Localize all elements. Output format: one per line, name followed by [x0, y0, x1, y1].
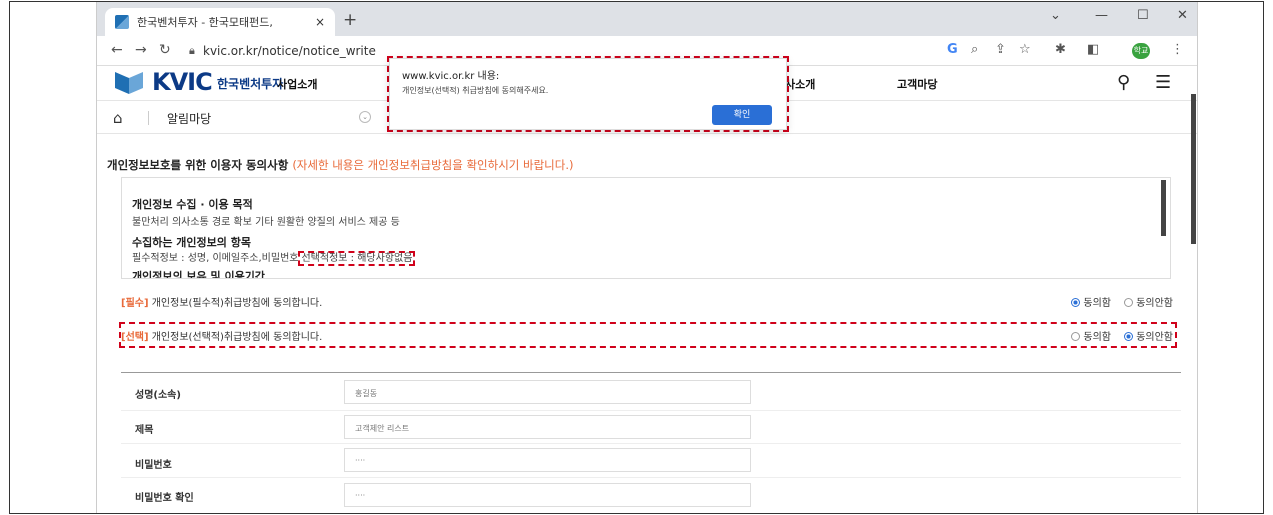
optional-consent-text: 개인정보(선택적)취급방침에 동의합니다. [151, 332, 323, 343]
forward-icon[interactable]: → [135, 42, 147, 58]
back-icon[interactable]: ← [111, 42, 123, 58]
kvic-logo-icon[interactable] [115, 70, 143, 94]
nav-customer[interactable]: 고객마당 [897, 76, 937, 92]
google-icon[interactable]: G [947, 42, 958, 57]
alert-message: 개인정보(선택적) 취급방침에 동의해주세요. [402, 86, 549, 95]
optional-consent-options: 동의함 동의안함 [1061, 328, 1173, 343]
tab-title: 한국벤처투자 - 한국모태펀드, [137, 16, 273, 29]
radio-unchecked-icon[interactable] [1124, 298, 1134, 307]
reload-icon[interactable]: ↻ [159, 42, 171, 58]
privacy-title: 개인정보보호를 위한 이용자 동의사항 [107, 158, 289, 172]
nav-company[interactable]: 사소개 [785, 76, 815, 92]
privacy-terms-box[interactable]: 개인정보 수집 · 이용 목적 불만처리 의사소통 경로 확보 기타 원활한 양… [121, 177, 1171, 279]
zoom-icon[interactable]: ⌕ [971, 42, 978, 57]
required-disagree-option[interactable]: 동의안함 [1124, 298, 1173, 309]
subject-input[interactable]: 고객제안 리스트 [344, 415, 751, 439]
tab-bar: 한국벤처투자 - 한국모태펀드, × + ⌄ — ☐ ✕ [97, 2, 1197, 36]
search-icon[interactable]: ⚲ [1117, 72, 1130, 93]
maximize-icon[interactable]: ☐ [1137, 8, 1149, 23]
new-tab-button[interactable]: + [343, 10, 357, 30]
password-label: 비밀번호 [135, 460, 172, 471]
breadcrumb-divider [148, 111, 149, 125]
agree-label: 동의함 [1083, 332, 1111, 343]
site-favicon-icon [115, 15, 129, 29]
required-agree-option[interactable]: 동의함 [1071, 298, 1111, 309]
browser-tab[interactable]: 한국벤처투자 - 한국모태펀드, × [105, 8, 335, 36]
screenshot-frame: 한국벤처투자 - 한국모태펀드, × + ⌄ — ☐ ✕ ← → ↻ 🔒︎ kv… [9, 1, 1264, 514]
lock-icon[interactable]: 🔒︎ [189, 44, 195, 58]
share-icon[interactable]: ⇪ [995, 42, 1006, 57]
hamburger-menu-icon[interactable]: ☰ [1155, 72, 1171, 93]
required-consent-row: [필수] 개인정보(필수적)취급방침에 동의합니다. 동의함 동의안함 [121, 294, 1181, 316]
tab-search-icon[interactable]: ⌄ [1050, 8, 1061, 23]
menu-dots-icon[interactable]: ⋮ [1171, 42, 1184, 57]
disagree-label: 동의안함 [1136, 298, 1173, 309]
optional-tag: [선택] [121, 332, 149, 343]
name-label: 성명(소속) [135, 390, 181, 401]
terms-heading-items: 수집하는 개인정보의 항목 [132, 236, 251, 249]
page-scrollbar[interactable] [1191, 94, 1196, 244]
chevron-down-icon[interactable]: ⌄ [359, 111, 371, 123]
radio-checked-icon[interactable] [1071, 298, 1081, 307]
url-field[interactable]: kvic.or.kr/notice/notice_write [203, 44, 376, 58]
required-tag: [필수] [121, 298, 149, 309]
terms-heading-retention: 개인정보의 보유 및 이용기간 [132, 270, 265, 279]
terms-text-purpose: 불만처리 의사소통 경로 확보 기타 원활한 양질의 서비스 제공 등 [132, 217, 400, 228]
profile-avatar[interactable]: 학교 [1132, 43, 1150, 59]
subject-label: 제목 [135, 425, 154, 436]
form-top-divider [121, 372, 1181, 373]
password-input[interactable]: ···· [344, 448, 751, 472]
browser-window: 한국벤처투자 - 한국모태펀드, × + ⌄ — ☐ ✕ ← → ↻ 🔒︎ kv… [96, 2, 1198, 513]
password-confirm-label: 비밀번호 확인 [135, 493, 194, 504]
bookmark-star-icon[interactable]: ☆ [1019, 42, 1031, 57]
close-window-icon[interactable]: ✕ [1177, 8, 1188, 23]
disagree-label: 동의안함 [1136, 332, 1173, 343]
breadcrumb-current[interactable]: 알림마당 [167, 110, 211, 127]
terms-heading-purpose: 개인정보 수집 · 이용 목적 [132, 198, 253, 211]
row-divider [121, 410, 1181, 411]
logo-korean[interactable]: 한국벤처투자 [217, 75, 283, 92]
password-confirm-input[interactable]: ···· [344, 483, 751, 507]
optional-agree-option[interactable]: 동의함 [1071, 332, 1111, 343]
minimize-icon[interactable]: — [1095, 8, 1108, 23]
alert-dialog: www.kvic.or.kr 내용: 개인정보(선택적) 취급방침에 동의해주세… [389, 58, 787, 130]
required-consent-options: 동의함 동의안함 [1061, 294, 1173, 309]
home-icon[interactable]: ⌂ [113, 109, 123, 127]
required-consent-text: 개인정보(필수적)취급방침에 동의합니다. [151, 298, 323, 309]
terms-text-items: 필수적정보 : 성명, 이메일주소,비밀번호 선택적정보 : 해당사항없음 [132, 249, 416, 266]
logo-text[interactable]: KVIC [152, 68, 213, 96]
terms-scrollbar[interactable] [1161, 180, 1166, 236]
tab-close-icon[interactable]: × [315, 15, 325, 29]
row-divider [121, 443, 1181, 444]
radio-checked-icon[interactable] [1124, 332, 1134, 341]
optional-disagree-option[interactable]: 동의안함 [1124, 332, 1173, 343]
terms-required-items: 필수적정보 : 성명, 이메일주소,비밀번호 [132, 253, 299, 264]
agree-label: 동의함 [1083, 298, 1111, 309]
privacy-section-title: 개인정보보호를 위한 이용자 동의사항 (자세한 내용은 개인정보취급방침을 확… [107, 157, 573, 173]
radio-unchecked-icon[interactable] [1071, 332, 1081, 341]
optional-consent-row: [선택] 개인정보(선택적)취급방침에 동의합니다. 동의함 동의안함 [121, 328, 1181, 350]
name-input[interactable]: 홍길동 [344, 380, 751, 404]
alert-ok-button[interactable]: 확인 [712, 105, 772, 125]
privacy-note: (자세한 내용은 개인정보취급방침을 확인하시기 바랍니다.) [292, 158, 574, 172]
sidepanel-icon[interactable]: ◧ [1087, 42, 1099, 57]
extensions-icon[interactable]: ✱ [1055, 42, 1066, 57]
alert-title: www.kvic.or.kr 내용: [402, 71, 500, 82]
nav-business[interactable]: 사업소개 [277, 76, 317, 92]
terms-optional-items: 선택적정보 : 해당사항없음 [298, 251, 416, 266]
row-divider [121, 477, 1181, 478]
